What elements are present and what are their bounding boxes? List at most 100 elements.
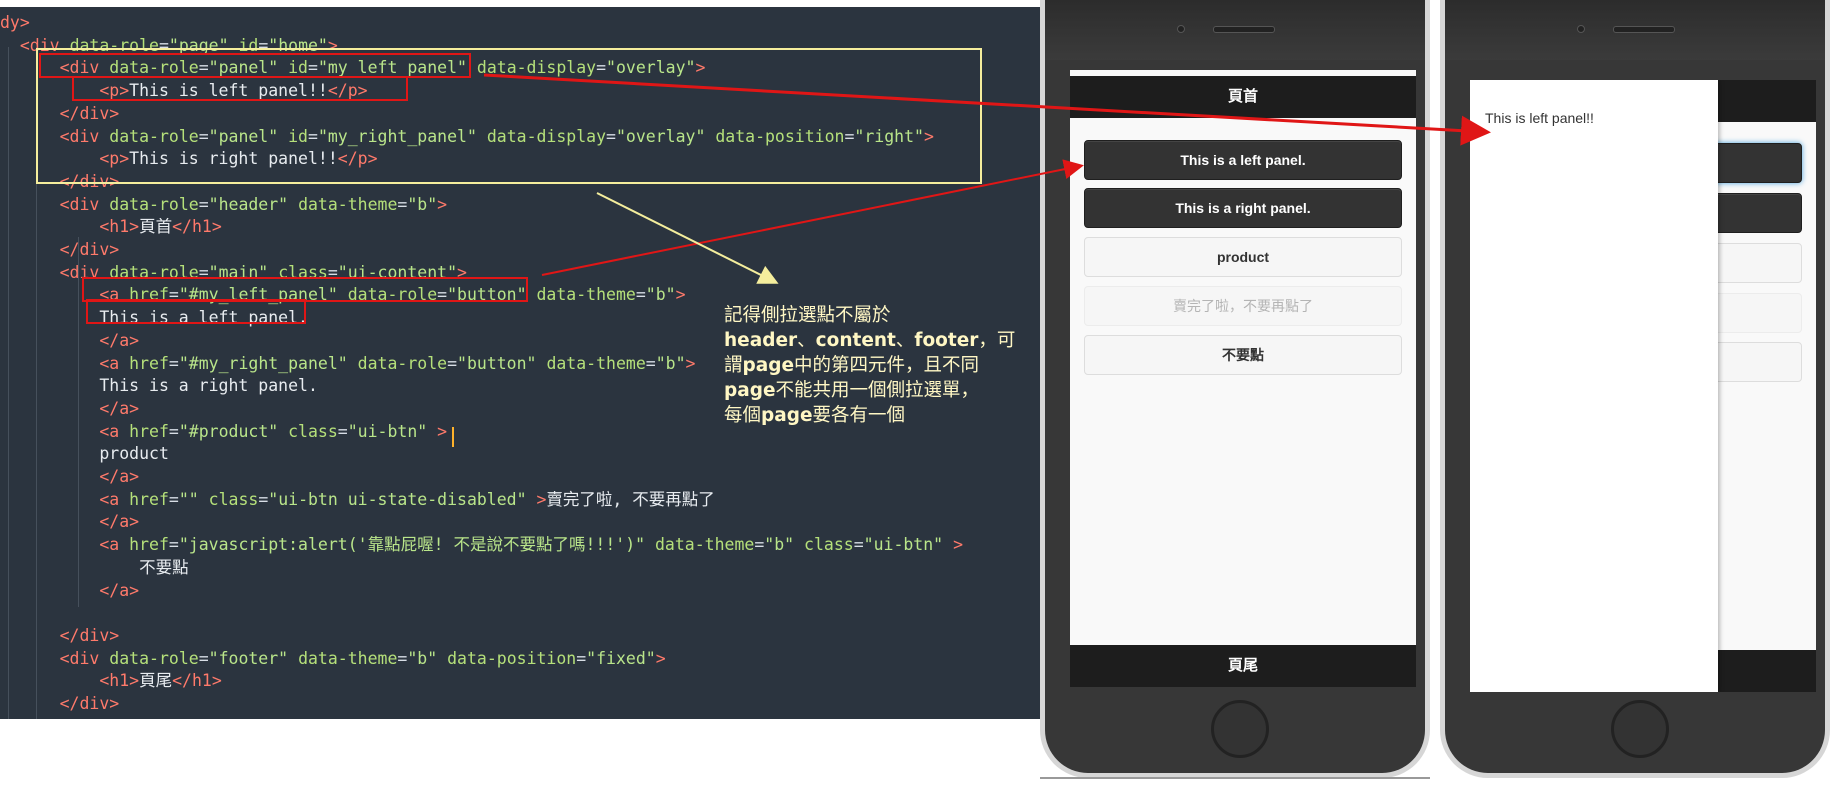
code-line: </div> [0,625,120,647]
code-token: </div> [59,240,120,259]
code-line: </a> [0,398,139,420]
code-token: product [0,444,169,464]
home-button-icon [1611,700,1669,758]
code-token: href [129,353,169,373]
code-line: </a> [0,330,139,352]
code-token: = [168,421,179,441]
code-token: </a> [99,580,140,600]
phone-screen: This is left panel!! [1470,80,1816,692]
left-panel-text: This is left panel!! [1485,110,1594,126]
do-not-click-button[interactable]: 不要點 [1084,335,1402,375]
code-line: <a href="javascript:alert('靠點屁喔! 不是說不要點了… [0,534,963,556]
note-line: 每個page要各有一個 [724,405,906,426]
code-line: <a href="" class="ui-btn ui-state-disabl… [0,489,714,511]
code-token: <h1> [99,671,140,691]
phone-screen: 頁首 This is a left panel. This is a right… [1070,70,1416,687]
camera-icon [1577,25,1585,33]
code-token: 不要點 [0,557,189,577]
code-token: "ui-btn ui-state-disabled" [268,489,527,509]
code-token: class [288,421,338,441]
code-token: "header" [208,194,289,214]
code-token: "fixed" [586,648,656,668]
code-token: </a> [99,330,140,350]
code-token: 頁首 [139,217,173,237]
code-token: This is a right panel. [0,376,318,396]
left-panel-text-highlight [72,76,408,101]
left-panel-label-highlight [86,299,306,324]
page-header: 頁首 [1070,76,1416,118]
code-token: class [208,489,259,509]
code-token: <div [59,648,100,668]
code-token: </a> [99,512,140,532]
code-line: product [0,443,169,465]
code-token: = [645,353,656,373]
note-line: 謂page中的第四元件，且不同 [724,355,980,376]
code-token: "b" [407,648,438,668]
speaker-icon [1613,26,1675,33]
code-token: data-role [357,353,448,373]
code-token: "b" [407,194,438,214]
right-panel-button[interactable]: This is a right panel. [1084,188,1402,228]
code-token: = [447,353,458,373]
note-line: 記得側拉選點不屬於 [724,305,891,326]
code-token: = [576,648,587,668]
code-token: </h1> [172,671,222,691]
code-token: > [655,648,666,668]
code-line: <a href="#my_right_panel" data-role="but… [0,353,695,375]
code-token: > [953,535,963,555]
note-line: page不能共用一個側拉選單， [724,380,980,401]
speaker-icon [1213,26,1275,33]
left-panel-id-highlight [39,53,471,78]
home-button-icon [1211,700,1269,758]
code-token: <div [59,194,100,214]
code-line: This is a right panel. [0,375,318,397]
code-token: data-theme [298,648,398,668]
divider [1040,777,1430,779]
code-token: </div> [59,694,120,713]
left-panel: This is left panel!! [1470,80,1718,692]
code-line: <div data-role="footer" data-theme="b" d… [0,648,666,670]
code-token: <a [99,353,120,373]
code-line: <h1>頁首</h1> [0,216,222,238]
code-token: = [168,535,179,555]
code-token: = [198,194,209,214]
code-line: 不要點 [0,557,189,579]
code-token: > [685,353,696,373]
code-line: </a> [0,580,139,602]
phone-mockup-left-panel: This is left panel!! [1440,0,1830,778]
product-button[interactable]: product [1084,237,1402,277]
code-token: </a> [99,398,140,418]
code-token: "#product" [178,421,279,441]
code-token: = [635,285,646,305]
code-editor[interactable]: dy> <div data-role="page" id="home"> <di… [0,7,1040,719]
left-panel-button[interactable]: This is a left panel. [1084,140,1402,180]
code-token: <a [99,489,120,509]
code-token: > [437,194,448,214]
code-token: </div> [59,625,120,645]
code-token: </h1> [172,217,222,237]
code-token: = [168,489,179,509]
page-footer: 頁尾 [1070,645,1416,687]
code-token: "ui-btn" [347,421,428,441]
code-token: data-theme [655,535,755,555]
code-token: = [397,648,408,668]
code-token: = [258,489,269,509]
